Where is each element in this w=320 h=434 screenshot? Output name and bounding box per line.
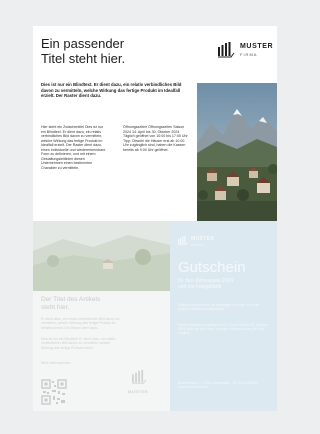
voucher-title: Gutschein [178, 259, 246, 276]
logo-brand-subtext: FIRMA [191, 243, 205, 247]
company-logo: MUSTER FIRMA [218, 41, 274, 61]
logo-bars-icon [178, 235, 189, 246]
company-logo-faded: MUSTER [128, 369, 158, 399]
logo-brand-text: MUSTER [191, 236, 215, 242]
mountain-village-photo [197, 83, 277, 222]
voucher-logo: MUSTER FIRMA [178, 234, 218, 250]
logo-bars-icon [218, 42, 235, 58]
headline: Ein passender Titel steht hier. [41, 36, 126, 66]
qr-code [41, 379, 67, 405]
article-paragraph-2: Dies ist nur ein Blindtext. Er dient daz… [41, 337, 116, 350]
article-paragraph-1: Er dient dazu, ein relativ verbindliches… [41, 317, 120, 330]
voucher-contact: Musterstraße 1, 12345 Musterstadt · Tel.… [178, 381, 260, 390]
voucher-card: MUSTER FIRMA Gutschein für den Jahrespas… [170, 221, 277, 411]
voucher-paragraph-1: Gültig für eine Person mit einmaliger Nu… [178, 303, 260, 312]
body-text-left: Hier steht ein Zwischentitel Dies ist nu… [41, 125, 106, 170]
intro-text: Dies ist nur ein Blindtext. Er dient daz… [41, 82, 182, 99]
article-title: Der Titel des Artikels steht hier. [41, 296, 101, 311]
voucher-paragraph-2: Dieser Gutschein ist gültig vom 01. Apri… [178, 323, 268, 336]
logo-bars-icon [132, 369, 147, 384]
voucher-subtitle: für den Jahrespass 2024 und ein Freigetr… [178, 278, 234, 290]
opening-hours-text: Öffnungszeiten Öffnungszeiten Saison 202… [123, 125, 188, 152]
logo-brand-text: MUSTER [240, 43, 274, 50]
logo-brand-text: MUSTER [128, 389, 148, 394]
logo-brand-subtext: FIRMA [240, 52, 258, 57]
article-card: Der Titel des Artikels steht hier. Er di… [33, 221, 170, 411]
meadow-photo [33, 221, 170, 291]
info-card: Ein passender Titel steht hier. MUSTER F… [33, 26, 277, 222]
article-more-info: Mehr Informationen [41, 361, 71, 365]
